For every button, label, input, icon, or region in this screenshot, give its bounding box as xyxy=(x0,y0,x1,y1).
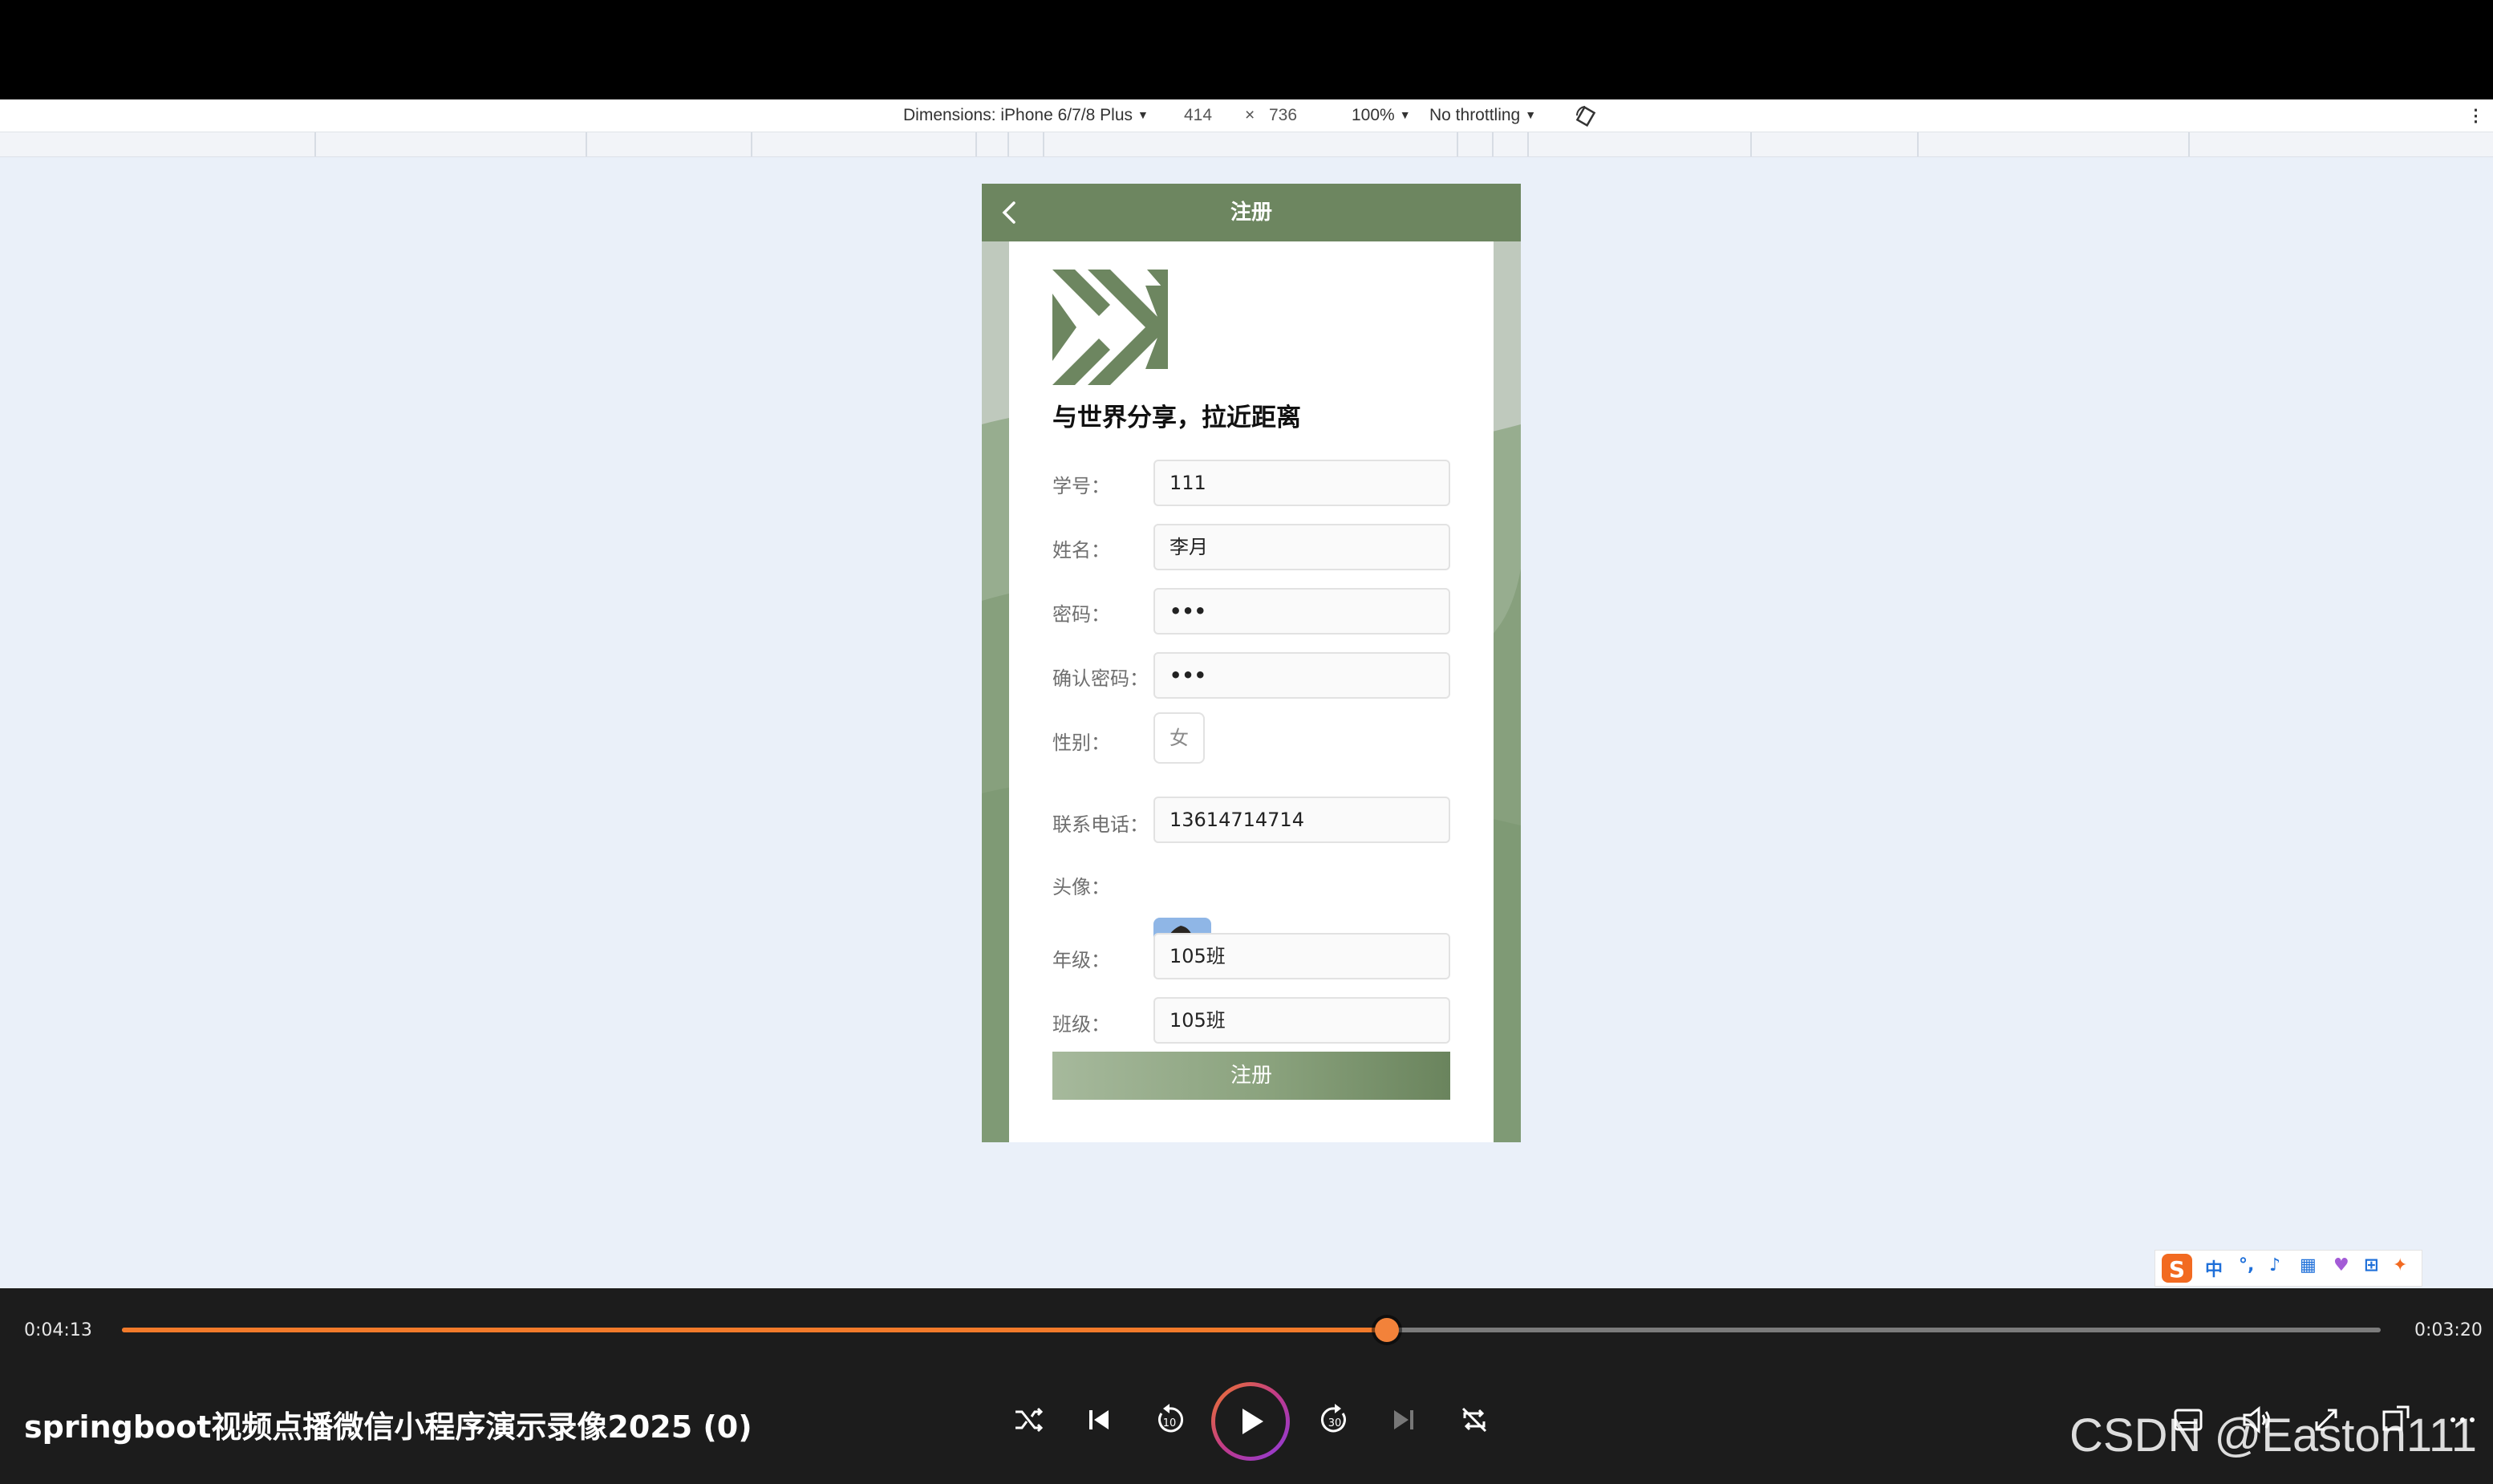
previous-icon[interactable] xyxy=(1080,1401,1118,1439)
zoom-select[interactable]: 100% ▼ xyxy=(1352,106,1411,125)
next-icon[interactable] xyxy=(1384,1401,1423,1439)
class-input[interactable]: 105班 xyxy=(1153,997,1450,1044)
zoom-label: 100% xyxy=(1352,106,1395,124)
current-time: 0:04:13 xyxy=(24,1320,92,1340)
total-time: 0:03:20 xyxy=(2414,1320,2483,1340)
more-options-icon[interactable]: ⋮ xyxy=(2467,106,2484,126)
punctuation-icon[interactable]: °, xyxy=(2239,1255,2254,1275)
device-select[interactable]: Dimensions: iPhone 6/7/8 Plus ▼ xyxy=(903,106,1149,125)
skin-icon[interactable]: ♥ xyxy=(2333,1255,2349,1275)
progress-thumb[interactable] xyxy=(1374,1318,1399,1342)
black-top-bar xyxy=(0,0,2493,99)
media-query-divider xyxy=(1527,132,1529,156)
shuffle-icon[interactable] xyxy=(1009,1401,1048,1439)
class-label: 班级： xyxy=(1052,1013,1110,1036)
phone-label: 联系电话： xyxy=(1052,813,1149,836)
media-query-divider xyxy=(1750,132,1752,156)
progress-fill xyxy=(122,1328,1387,1332)
media-query-divider xyxy=(1457,132,1458,156)
app-logo xyxy=(1052,270,1168,385)
height-input[interactable]: 736 xyxy=(1269,106,1297,125)
csdn-watermark: CSDN @Easton111 xyxy=(2069,1409,2478,1462)
media-query-divider xyxy=(314,132,316,156)
media-query-divider xyxy=(1007,132,1009,156)
password-label: 密码： xyxy=(1052,603,1110,626)
device-label: Dimensions: iPhone 6/7/8 Plus xyxy=(903,106,1133,124)
toolbox-icon[interactable]: ⊞ xyxy=(2364,1255,2378,1275)
play-button[interactable] xyxy=(1211,1382,1290,1461)
game-icon[interactable]: ✦ xyxy=(2393,1255,2407,1275)
gender-picker[interactable]: 女 xyxy=(1153,712,1205,764)
media-query-divider xyxy=(1043,132,1044,156)
avatar-label: 头像： xyxy=(1052,876,1110,898)
grade-input[interactable]: 105班 xyxy=(1153,933,1450,979)
microphone-icon[interactable]: ♪ xyxy=(2269,1255,2280,1275)
confirm-password-label: 确认密码： xyxy=(1052,667,1149,690)
svg-text:10: 10 xyxy=(1163,1417,1177,1429)
media-query-divider xyxy=(1492,132,1494,156)
svg-text:S: S xyxy=(2169,1256,2185,1283)
media-query-divider xyxy=(1917,132,1919,156)
video-player-controls: 0:04:13 0:03:20 springboot视频点播微信小程序演示录像2… xyxy=(0,1288,2493,1484)
ime-mode-toggle[interactable]: 中 xyxy=(2205,1255,2223,1281)
throttling-select[interactable]: No throttling ▼ xyxy=(1429,106,1536,125)
media-query-divider xyxy=(2188,132,2190,156)
phone-input[interactable]: 13614714714 xyxy=(1153,797,1450,843)
play-icon xyxy=(1242,1409,1263,1434)
media-query-bar xyxy=(0,132,2493,157)
confirm-password-input[interactable]: ••• xyxy=(1153,652,1450,699)
devtools-device-toolbar: Dimensions: iPhone 6/7/8 Plus ▼ 414 × 736… xyxy=(0,99,2493,132)
progress-bar[interactable] xyxy=(122,1318,2381,1342)
forward-30-icon[interactable]: 30 xyxy=(1315,1401,1354,1439)
sogou-logo-icon[interactable]: S xyxy=(2160,1252,2195,1284)
media-query-divider xyxy=(586,132,587,156)
caret-down-icon: ▼ xyxy=(1137,108,1149,121)
caret-down-icon: ▼ xyxy=(1399,108,1411,121)
name-label: 姓名： xyxy=(1052,539,1110,562)
slogan-heading: 与世界分享，拉近距离 xyxy=(1052,403,1301,432)
register-form-card: 与世界分享，拉近距离 学号： 111 姓名： 李月 密码： ••• 确认密码： … xyxy=(1009,241,1494,1142)
caret-down-icon: ▼ xyxy=(1525,108,1537,121)
times-sign: × xyxy=(1245,106,1255,124)
password-input[interactable]: ••• xyxy=(1153,588,1450,635)
rewind-10-icon[interactable]: 10 xyxy=(1150,1401,1189,1439)
register-button[interactable]: 注册 xyxy=(1052,1052,1450,1100)
video-title: springboot视频点播微信小程序演示录像2025 (0) xyxy=(24,1409,752,1445)
media-query-divider xyxy=(975,132,977,156)
throttling-label: No throttling xyxy=(1429,106,1521,124)
media-query-divider xyxy=(751,132,752,156)
student-id-input[interactable]: 111 xyxy=(1153,460,1450,506)
repeat-icon[interactable] xyxy=(1455,1401,1494,1439)
rotate-icon[interactable] xyxy=(1574,104,1598,128)
grade-label: 年级： xyxy=(1052,949,1110,971)
ime-toolbar: S 中 °, ♪ ▦ ♥ ⊞ ✦ xyxy=(2155,1250,2422,1287)
gender-label: 性别： xyxy=(1052,732,1110,754)
page-title: 注册 xyxy=(1230,201,1272,225)
student-id-label: 学号： xyxy=(1052,475,1110,497)
width-input[interactable]: 414 xyxy=(1184,106,1212,125)
play-button-inner xyxy=(1215,1386,1286,1457)
name-input[interactable]: 李月 xyxy=(1153,524,1450,570)
phone-screen: 注册 与世界分享，拉近距离 学号： 111 姓名： 李月 密码： ••• 确认密… xyxy=(982,184,1521,1142)
nav-bar: 注册 xyxy=(982,184,1521,241)
keyboard-icon[interactable]: ▦ xyxy=(2300,1255,2317,1275)
svg-text:30: 30 xyxy=(1328,1417,1342,1429)
